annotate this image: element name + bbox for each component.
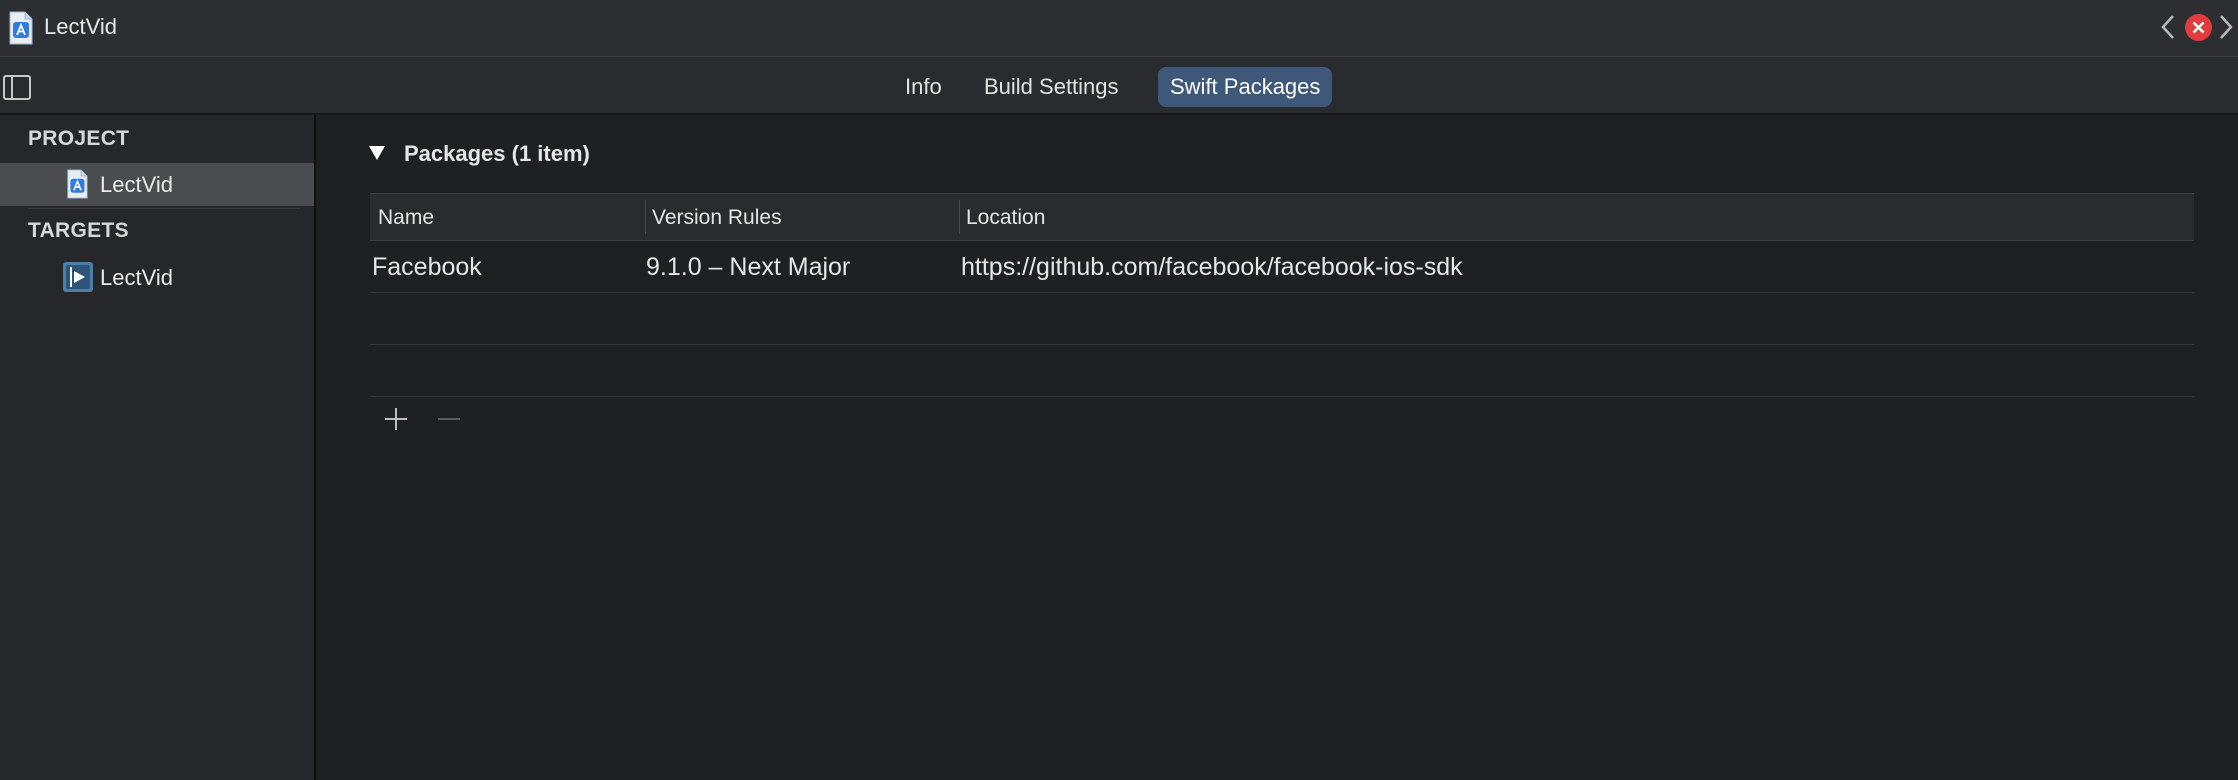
column-separator <box>959 200 960 234</box>
editor-tab-bar: Info Build Settings Swift Packages <box>0 57 2238 115</box>
window-titlebar: LectVid <box>0 0 2238 57</box>
targets-section-header: TARGETS <box>28 219 129 242</box>
app-target-icon <box>63 262 93 292</box>
package-name-cell: Facebook <box>372 253 482 281</box>
sidebar-item-label: LectVid <box>100 172 173 197</box>
column-header-location[interactable]: Location <box>966 206 1045 230</box>
chevron-left-icon[interactable] <box>2158 12 2178 42</box>
xcode-project-icon <box>9 11 33 45</box>
sidebar-toggle-icon[interactable] <box>2 74 32 101</box>
package-location-cell: https://github.com/facebook/facebook-ios… <box>961 253 1463 281</box>
packages-table-header: Name Version Rules Location <box>370 193 2194 241</box>
column-separator <box>645 200 646 234</box>
table-row-empty <box>370 293 2194 345</box>
sidebar-divider <box>28 208 300 209</box>
minus-icon[interactable] <box>436 406 462 432</box>
tab-swift-packages[interactable]: Swift Packages <box>1158 67 1333 107</box>
column-header-version-rules[interactable]: Version Rules <box>652 206 782 230</box>
project-navigator-sidebar: PROJECT LectVid TARGETS LectVid <box>0 115 316 780</box>
close-button[interactable] <box>2185 14 2212 41</box>
xcode-project-icon <box>67 169 88 199</box>
close-icon <box>2192 21 2205 34</box>
tab-build-settings[interactable]: Build Settings <box>972 67 1131 107</box>
project-section-header: PROJECT <box>28 127 130 150</box>
sidebar-item-label: LectVid <box>100 265 173 290</box>
plus-icon[interactable] <box>383 406 409 432</box>
chevron-right-icon[interactable] <box>2216 12 2236 42</box>
tab-info[interactable]: Info <box>893 67 954 107</box>
packages-section-title: Packages (1 item) <box>404 141 590 166</box>
sidebar-item-project[interactable]: LectVid <box>0 163 314 206</box>
sidebar-item-target[interactable]: LectVid <box>0 256 314 299</box>
disclosure-triangle-icon[interactable] <box>368 145 386 161</box>
table-row-empty <box>370 345 2194 397</box>
window-title: LectVid <box>44 14 117 39</box>
column-header-name[interactable]: Name <box>378 206 434 230</box>
table-row[interactable]: Facebook 9.1.0 – Next Major https://gith… <box>370 241 2194 293</box>
swift-packages-editor: Packages (1 item) Name Version Rules Loc… <box>318 115 2238 780</box>
package-version-rules-cell: 9.1.0 – Next Major <box>646 253 851 281</box>
